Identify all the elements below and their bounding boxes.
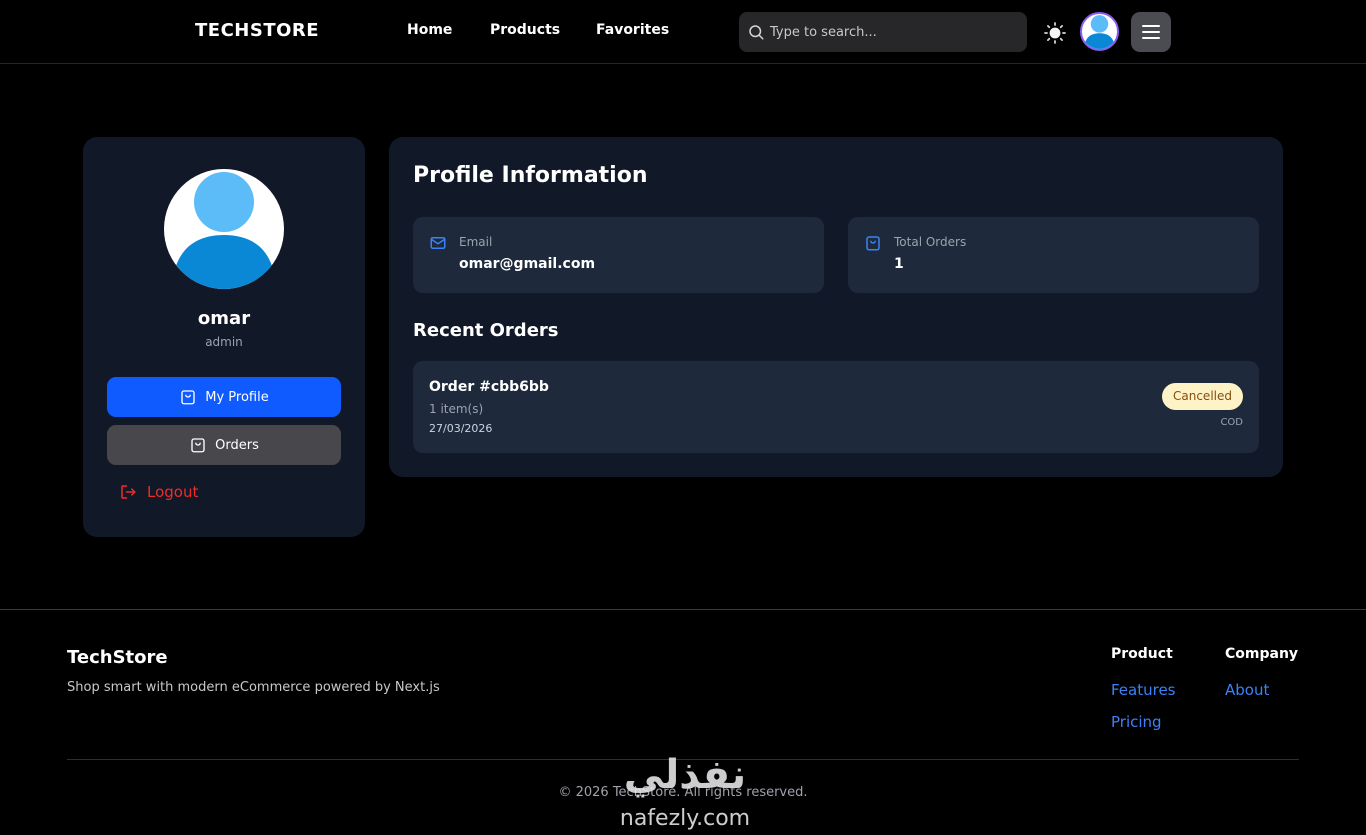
page-title: Profile Information <box>413 163 648 188</box>
nav-home-link[interactable]: Home <box>407 22 452 38</box>
nav-favorites-link[interactable]: Favorites <box>596 22 669 38</box>
email-label: Email <box>459 235 493 249</box>
nav-products-link[interactable]: Products <box>490 22 560 38</box>
user-avatar-icon <box>1084 15 1115 49</box>
shopping-bag-icon <box>866 236 880 251</box>
hamburger-icon <box>1142 25 1160 39</box>
hamburger-menu-button[interactable] <box>1131 12 1171 52</box>
copyright-text: © 2026 TechStore. All rights reserved. <box>558 785 808 800</box>
profile-role: admin <box>205 335 243 349</box>
logout-label: Logout <box>147 483 199 501</box>
top-navbar: TECHSTORE Home Products Favorites <box>0 0 1366 64</box>
footer-about-link[interactable]: About <box>1225 681 1269 699</box>
footer-brand: TechStore <box>67 647 168 668</box>
orders-button[interactable]: Orders <box>107 425 341 465</box>
search-icon <box>749 25 764 40</box>
total-orders-value: 1 <box>894 256 904 272</box>
user-avatar-icon <box>172 172 276 289</box>
search-input[interactable] <box>770 12 1020 52</box>
order-item-count: 1 item(s) <box>429 402 484 416</box>
logout-icon <box>121 485 136 499</box>
orders-label: Orders <box>215 437 259 453</box>
footer-product-title: Product <box>1111 646 1173 662</box>
brand-logo[interactable]: TECHSTORE <box>195 20 319 41</box>
sun-icon[interactable] <box>1043 21 1067 45</box>
profile-information-panel: Profile Information Email omar@gmail.com… <box>389 137 1283 477</box>
total-orders-label: Total Orders <box>894 235 967 249</box>
recent-orders-title: Recent Orders <box>413 320 559 341</box>
profile-username: omar <box>197 308 251 329</box>
footer-company-title: Company <box>1225 646 1299 662</box>
status-badge: Cancelled <box>1162 383 1243 410</box>
order-id: Order #cbb6bb <box>429 379 549 395</box>
search-bar <box>739 12 1027 52</box>
profile-avatar <box>164 169 284 289</box>
footer-features-link[interactable]: Features <box>1111 681 1176 699</box>
total-orders-card: Total Orders 1 <box>848 217 1259 293</box>
my-profile-label: My Profile <box>205 389 269 405</box>
payment-method: COD <box>1220 417 1243 428</box>
my-profile-button[interactable]: My Profile <box>107 377 341 417</box>
logout-button[interactable]: Logout <box>119 483 198 501</box>
profile-sidebar: omar admin My Profile Orders Logout <box>83 137 365 537</box>
footer-tagline: Shop smart with modern eCommerce powered… <box>67 680 440 695</box>
email-value: omar@gmail.com <box>459 256 596 272</box>
order-card[interactable]: Order #cbb6bb 1 item(s) 27/03/2026 Cance… <box>413 361 1259 453</box>
shopping-bag-icon <box>191 438 205 453</box>
footer-pricing-link[interactable]: Pricing <box>1111 713 1162 731</box>
watermark-latin: nafezly.com <box>619 806 751 831</box>
site-footer: TechStore Shop smart with modern eCommer… <box>0 609 1366 835</box>
user-avatar-button[interactable] <box>1080 12 1119 51</box>
email-card: Email omar@gmail.com <box>413 217 824 293</box>
mail-icon <box>430 237 446 249</box>
shopping-bag-icon <box>181 390 195 405</box>
order-date: 27/03/2026 <box>429 422 493 435</box>
footer-divider <box>67 759 1299 760</box>
